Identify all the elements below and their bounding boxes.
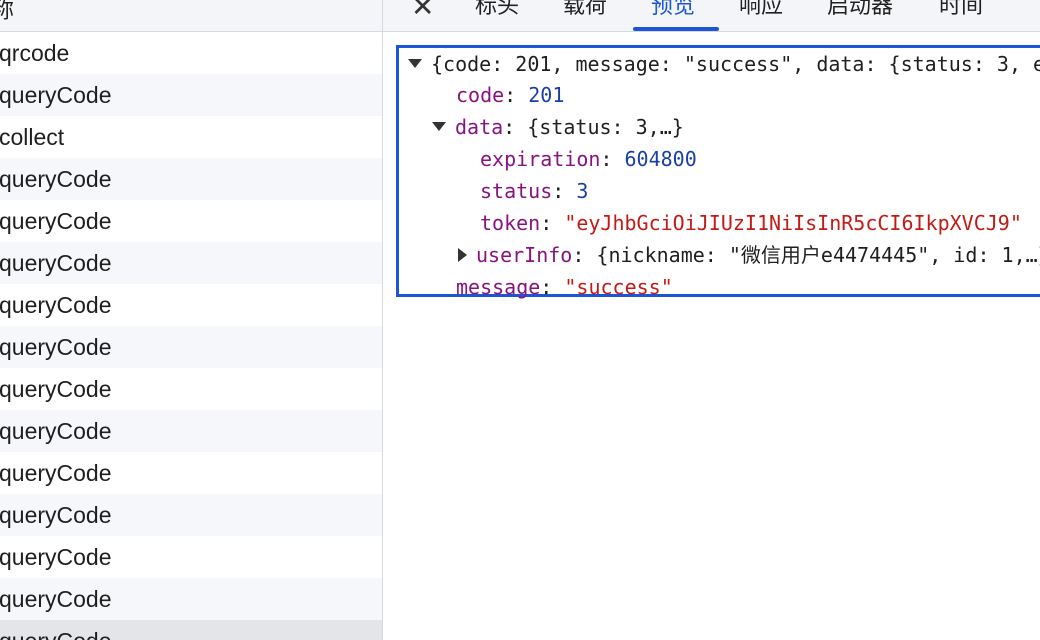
request-name: queryCode bbox=[0, 292, 112, 318]
json-string: "eyJhbGciOiJIUzI1NiIsInR5cCI6IkpXVCJ9" bbox=[564, 211, 1022, 235]
json-code-row: code: 201 bbox=[456, 83, 565, 107]
list-header: 称 bbox=[0, 0, 382, 32]
json-data-row[interactable]: data: {status: 3,…} bbox=[432, 111, 684, 143]
close-icon[interactable]: ✕ bbox=[411, 0, 434, 23]
tab-headers[interactable]: 标头 bbox=[475, 0, 519, 31]
tab-payload[interactable]: 载荷 bbox=[563, 0, 607, 31]
json-key: userInfo bbox=[476, 243, 573, 267]
json-preview: {code: 201, message: "success", data: {s… bbox=[396, 45, 1040, 299]
request-name: queryCode bbox=[0, 502, 112, 528]
request-row[interactable]: queryCode bbox=[0, 494, 382, 536]
tab-response[interactable]: 响应 bbox=[739, 0, 783, 31]
request-row[interactable]: queryCode bbox=[0, 452, 382, 494]
tab-initiator[interactable]: 启动器 bbox=[827, 0, 893, 31]
request-row[interactable]: queryCode bbox=[0, 242, 382, 284]
json-root-row[interactable]: {code: 201, message: "success", data: {s… bbox=[408, 48, 1040, 80]
json-root-summary: {code: 201, message: "success", data: {s… bbox=[431, 52, 1040, 76]
json-userinfo-row[interactable]: userInfo: {nickname: "微信用户e4474445", id:… bbox=[458, 239, 1040, 271]
request-row[interactable]: queryCode bbox=[0, 368, 382, 410]
expand-triangle-icon[interactable] bbox=[408, 59, 422, 68]
name-column-header[interactable]: 称 bbox=[0, 0, 14, 25]
request-name: queryCode bbox=[0, 166, 112, 192]
json-key: data bbox=[455, 115, 504, 139]
request-name: queryCode bbox=[0, 250, 112, 276]
request-name: queryCode bbox=[0, 334, 112, 360]
request-name: queryCode bbox=[0, 460, 112, 486]
request-row[interactable]: qrcode bbox=[0, 32, 382, 74]
request-row[interactable]: collect bbox=[0, 116, 382, 158]
json-userinfo-summary: {nickname: "微信用户e4474445", id: 1,…} bbox=[596, 243, 1040, 267]
request-name: queryCode bbox=[0, 208, 112, 234]
json-number: 3 bbox=[576, 179, 589, 203]
devtools-network-panel: 称 qrcode queryCode collect queryCode queryCo… bbox=[0, 0, 1040, 640]
json-string: "success" bbox=[564, 275, 673, 299]
request-name: queryCode bbox=[0, 82, 112, 108]
json-key: status bbox=[480, 179, 553, 203]
json-key: expiration bbox=[480, 147, 601, 171]
json-token-row: token: "eyJhbGciOiJIUzI1NiIsInR5cCI6IkpX… bbox=[480, 211, 1022, 235]
json-key: message bbox=[456, 275, 541, 299]
detail-tabbar: ✕ 标头 载荷 预览 响应 启动器 时间 bbox=[383, 0, 1040, 32]
request-row[interactable]: queryCode bbox=[0, 74, 382, 116]
request-detail: ✕ 标头 载荷 预览 响应 启动器 时间 {code: 201, message… bbox=[383, 0, 1040, 640]
request-row[interactable]: queryCode bbox=[0, 158, 382, 200]
request-row[interactable]: queryCode bbox=[0, 410, 382, 452]
json-status-row: status: 3 bbox=[480, 179, 589, 203]
request-row[interactable]: queryCode bbox=[0, 284, 382, 326]
request-list: 称 qrcode queryCode collect queryCode queryCo… bbox=[0, 0, 383, 640]
request-row[interactable]: queryCode bbox=[0, 536, 382, 578]
request-name: queryCode bbox=[0, 544, 112, 570]
request-name: queryCode bbox=[0, 376, 112, 402]
json-data-summary: {status: 3,…} bbox=[527, 115, 684, 139]
tab-timing[interactable]: 时间 bbox=[939, 0, 983, 31]
request-name: queryCode bbox=[0, 418, 112, 444]
request-name: qrcode bbox=[0, 40, 70, 66]
active-tab-indicator bbox=[633, 27, 719, 31]
collapse-triangle-icon[interactable] bbox=[458, 247, 467, 262]
json-key: token bbox=[480, 211, 541, 235]
expand-triangle-icon[interactable] bbox=[432, 122, 446, 131]
json-expiration-row: expiration: 604800 bbox=[480, 147, 697, 171]
request-name: collect bbox=[0, 124, 65, 150]
request-name: queryCode bbox=[0, 586, 112, 612]
json-number: 201 bbox=[528, 83, 565, 107]
request-row[interactable]: queryCode bbox=[0, 578, 382, 620]
request-row[interactable]: queryCode bbox=[0, 326, 382, 368]
json-message-row: message: "success" bbox=[456, 275, 673, 299]
json-number: 604800 bbox=[624, 147, 697, 171]
request-name: queryCode bbox=[0, 620, 112, 640]
request-row[interactable]: queryCode bbox=[0, 200, 382, 242]
request-row[interactable]: queryCode bbox=[0, 620, 382, 640]
json-key: code bbox=[456, 83, 505, 107]
